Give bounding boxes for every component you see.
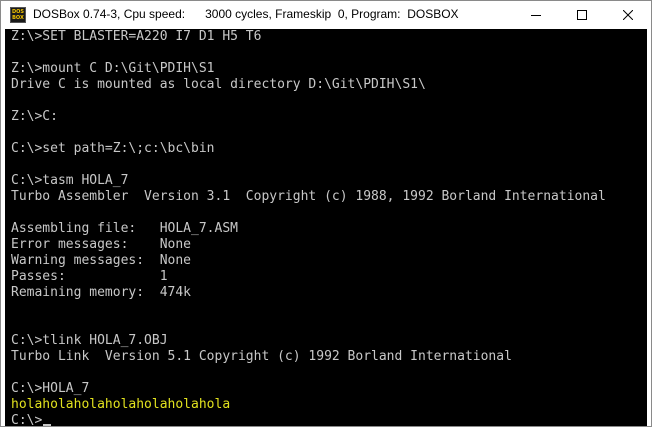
title-cycles: 3000 cycles, Frameskip 0, Program:	[205, 7, 401, 21]
dosbox-window: DOS BOX DOSBox 0.74-3, Cpu speed: 3000 c…	[0, 0, 652, 427]
console-line-text: Turbo Assembler Version 3.1 Copyright (c…	[11, 189, 606, 204]
minimize-icon	[531, 15, 541, 16]
console-line: Drive C is mounted as local directory D:…	[11, 77, 606, 93]
command-prompt: C:\>	[11, 413, 606, 426]
console-line: holaholaholaholaholaholahola	[11, 397, 606, 413]
console-line-text: Turbo Link Version 5.1 Copyright (c) 199…	[11, 349, 512, 364]
console-line: Warning messages: None	[11, 253, 606, 269]
console-line: Z:\>SET BLASTER=A220 I7 D1 H5 T6	[11, 29, 606, 45]
app-icon-text-bottom: BOX	[12, 15, 24, 21]
console-line-text: C:\>tlink HOLA_7.OBJ	[11, 333, 168, 348]
window-title: DOSBox 0.74-3, Cpu speed: 3000 cycles, F…	[33, 7, 459, 21]
console-line-text: Z:\>C:	[11, 109, 58, 124]
console-line-text: Z:\>mount C D:\Git\PDIH\S1	[11, 61, 215, 76]
console-line-text: Passes: 1	[11, 269, 168, 284]
console-line: C:\>HOLA_7	[11, 381, 606, 397]
console-line-text: Z:\>SET BLASTER=A220 I7 D1 H5 T6	[11, 29, 262, 44]
console-line-text: Error messages: None	[11, 237, 192, 252]
console-line: Turbo Link Version 5.1 Copyright (c) 199…	[11, 349, 606, 365]
console-line-text: C:\>tasm HOLA_7	[11, 173, 129, 188]
console-line-text: C:\>HOLA_7	[11, 381, 90, 396]
console-line: Error messages: None	[11, 237, 606, 253]
console-line: Passes: 1	[11, 269, 606, 285]
console-output: Z:\>SET BLASTER=A220 I7 D1 H5 T6 Z:\>moun…	[11, 29, 606, 426]
console-line-text: Remaining memory: 474k	[11, 285, 192, 300]
title-program: DOSBOX	[407, 7, 459, 21]
console-line: Assembling file: HOLA_7.ASM	[11, 221, 606, 237]
console-line: C:\>tlink HOLA_7.OBJ	[11, 333, 606, 349]
console-line-text: C:\>	[11, 413, 43, 426]
maximize-icon	[577, 10, 587, 20]
dos-console[interactable]: Z:\>SET BLASTER=A220 I7 D1 H5 T6 Z:\>moun…	[5, 29, 647, 426]
console-line: C:\>set path=Z:\;c:\bc\bin	[11, 141, 606, 157]
close-icon	[623, 10, 633, 20]
close-button[interactable]	[605, 1, 651, 29]
console-line: Z:\>C:	[11, 109, 606, 125]
title-bar[interactable]: DOS BOX DOSBox 0.74-3, Cpu speed: 3000 c…	[1, 1, 651, 29]
maximize-button[interactable]	[559, 1, 605, 29]
console-line: Remaining memory: 474k	[11, 285, 606, 301]
console-line-text: Assembling file: HOLA_7.ASM	[11, 221, 238, 236]
console-line: C:\>tasm HOLA_7	[11, 173, 606, 189]
text-cursor	[43, 424, 52, 426]
console-line: Turbo Assembler Version 3.1 Copyright (c…	[11, 189, 606, 205]
console-line-text: holaholaholaholaholaholahola	[11, 397, 231, 412]
title-app: DOSBox 0.74-3, Cpu speed:	[33, 7, 186, 21]
console-line-text: Warning messages: None	[11, 253, 192, 268]
minimize-button[interactable]	[513, 1, 559, 29]
console-line: Z:\>mount C D:\Git\PDIH\S1	[11, 61, 606, 77]
dosbox-app-icon[interactable]: DOS BOX	[10, 7, 26, 23]
console-line-text: Drive C is mounted as local directory D:…	[11, 77, 426, 92]
console-line-text: C:\>set path=Z:\;c:\bc\bin	[11, 141, 215, 156]
